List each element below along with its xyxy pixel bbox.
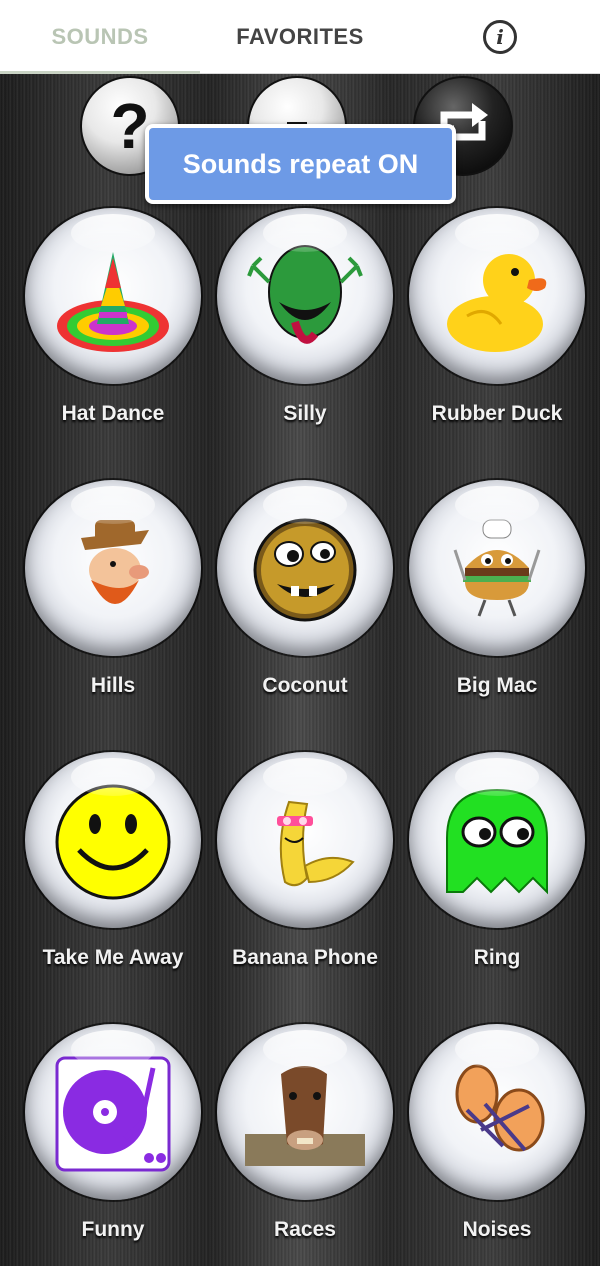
sound-tile-rubber-duck[interactable]: Rubber Duck (401, 206, 593, 478)
sound-label: Take Me Away (42, 946, 184, 969)
bubble-shine (71, 486, 155, 524)
green-monster-icon (247, 245, 363, 344)
sound-tile-funny[interactable]: Funny (17, 1022, 209, 1266)
sound-bubble (409, 752, 585, 928)
banana-icon (277, 800, 355, 887)
horse-icon (245, 1066, 365, 1166)
question-mark-icon: ? (110, 90, 150, 162)
smiley-face-icon (55, 784, 171, 900)
sound-label: Races (274, 1218, 336, 1241)
sound-bubble (217, 480, 393, 656)
bubble-shine (263, 758, 347, 796)
sound-tile-big-mac[interactable]: Big Mac (401, 478, 593, 750)
bubble-shine (455, 758, 539, 796)
sound-tile-silly[interactable]: Silly (209, 206, 401, 478)
repeat-toast: Sounds repeat ON (145, 124, 456, 204)
info-icon: i (483, 19, 517, 54)
sound-bubble (25, 208, 201, 384)
tab-bar: SOUNDS FAVORITES i (0, 0, 600, 75)
sombrero-icon (57, 252, 169, 352)
sound-tile-races[interactable]: Races (209, 1022, 401, 1266)
sound-tile-coconut[interactable]: Coconut (209, 478, 401, 750)
burger-chef-icon (453, 519, 541, 617)
sound-bubble (409, 480, 585, 656)
sound-tile-banana-phone[interactable]: Banana Phone (209, 750, 401, 1022)
rubber-duck-icon (447, 254, 547, 352)
sound-bubble (409, 1024, 585, 1200)
sound-bubble (217, 752, 393, 928)
sound-tile-take-me-away[interactable]: Take Me Away (17, 750, 209, 1022)
sound-bubble (25, 1024, 201, 1200)
coconut-face-icon (253, 518, 357, 622)
sound-label: Coconut (262, 674, 348, 697)
sound-label: Rubber Duck (431, 402, 563, 425)
sound-label: Big Mac (456, 674, 538, 697)
sound-tile-hills[interactable]: Hills (17, 478, 209, 750)
sound-label: Funny (81, 1218, 145, 1241)
bubble-shine (71, 758, 155, 796)
sound-tile-ring[interactable]: Ring (401, 750, 593, 1022)
hillbilly-icon (81, 520, 149, 604)
tab-favorites[interactable]: FAVORITES (200, 0, 400, 74)
sound-label: Hat Dance (61, 402, 165, 425)
sound-bubble (217, 1024, 393, 1200)
info-button[interactable]: i (400, 0, 600, 74)
bubble-shine (263, 1030, 347, 1068)
sound-tile-hat-dance[interactable]: Hat Dance (17, 206, 209, 478)
bubble-shine (455, 214, 539, 252)
bubble-shine (263, 486, 347, 524)
sound-tile-noises[interactable]: Noises (401, 1022, 593, 1266)
sound-bubble (217, 208, 393, 384)
bubble-shine (71, 214, 155, 252)
drum-icon (455, 1064, 545, 1152)
sound-label: Hills (90, 674, 136, 697)
green-ghost-icon (446, 788, 548, 895)
sound-label: Silly (283, 402, 327, 425)
turntable-icon (55, 1056, 171, 1172)
bubble-shine (71, 1030, 155, 1068)
bubble-shine (455, 486, 539, 524)
sound-board: ? Sounds repeat ON Hat Dance Silly Rubbe… (0, 74, 600, 1266)
sound-label: Banana Phone (232, 946, 378, 969)
bubble-shine (263, 214, 347, 252)
bubble-shine (455, 1030, 539, 1068)
sound-bubble (25, 752, 201, 928)
sound-label: Noises (462, 1218, 532, 1241)
sound-bubble (25, 480, 201, 656)
sound-label: Ring (473, 946, 521, 969)
tab-sounds[interactable]: SOUNDS (0, 0, 200, 75)
sound-bubble (409, 208, 585, 384)
